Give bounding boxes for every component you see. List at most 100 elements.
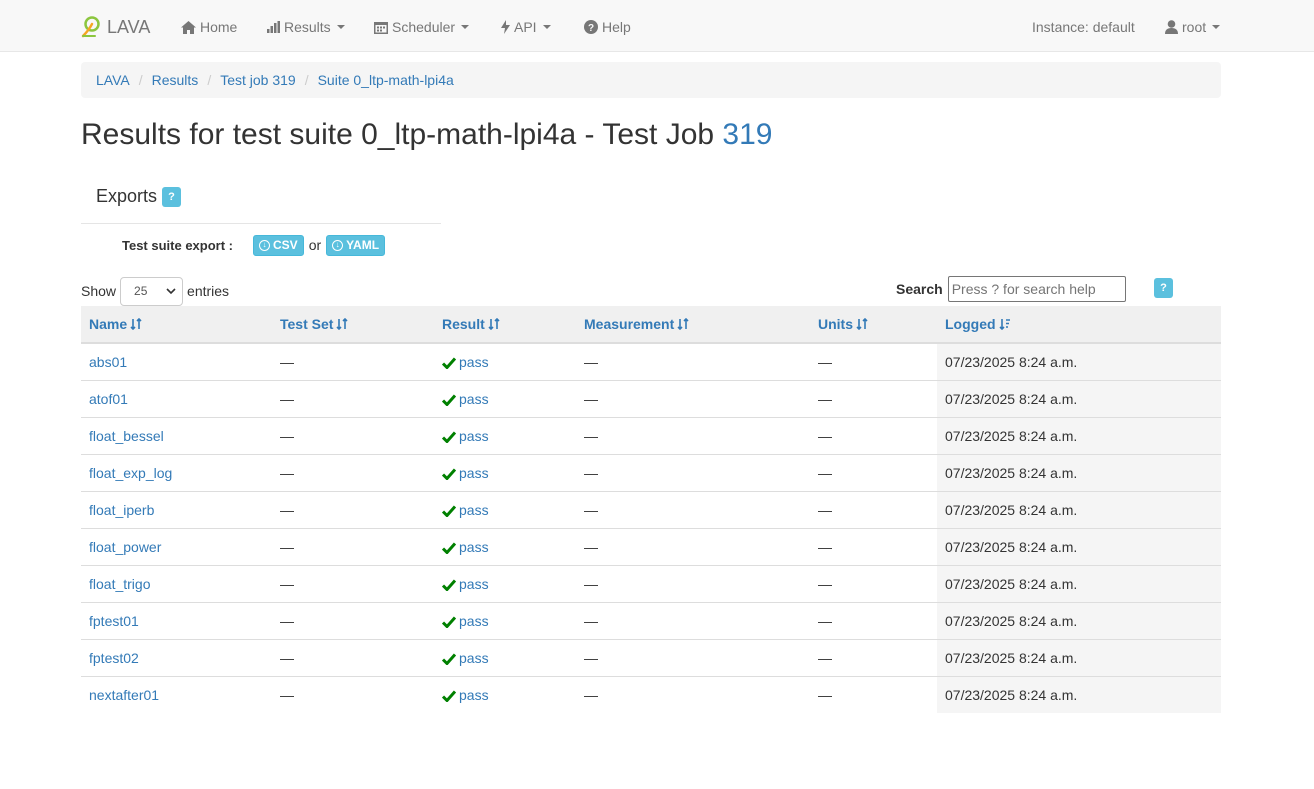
table-row: float_trigo — pass — —07/23/2025 8:24 a.m. <box>81 564 1221 602</box>
search-control: Search <box>896 276 1126 302</box>
result-link[interactable]: pass <box>459 428 489 444</box>
cell-test-set: — <box>272 638 434 676</box>
column-header-result[interactable]: Result <box>434 306 576 344</box>
cell-logged: 07/23/2025 8:24 a.m. <box>937 343 1221 380</box>
sort-ascending-icon <box>998 319 1010 331</box>
breadcrumb: LAVA / Results / Test job 319 / Suite 0_… <box>81 62 1221 98</box>
cell-name: float_exp_log <box>81 453 272 491</box>
check-icon <box>441 394 457 407</box>
test-case-link[interactable]: float_iperb <box>89 502 154 518</box>
cell-logged: 07/23/2025 8:24 a.m. <box>937 416 1221 454</box>
cell-result: pass <box>434 638 576 676</box>
cell-units: — <box>810 453 937 491</box>
nav-scheduler[interactable]: Scheduler <box>374 17 470 37</box>
cell-test-set: — <box>272 601 434 639</box>
user-icon <box>1165 20 1178 34</box>
breadcrumb-lava[interactable]: LAVA <box>96 72 130 88</box>
result-link[interactable]: pass <box>459 465 489 481</box>
nav-results[interactable]: Results <box>267 17 345 37</box>
cell-test-set: — <box>272 416 434 454</box>
cell-measurement: — <box>576 601 810 639</box>
test-case-link[interactable]: atof01 <box>89 391 128 407</box>
bar-chart-icon <box>267 21 280 33</box>
export-csv-button[interactable]: ↓ CSV <box>253 234 304 256</box>
instance-label: Instance: default <box>1032 19 1135 35</box>
export-yaml-button[interactable]: ↓ YAML <box>326 234 386 256</box>
nav-api[interactable]: API <box>501 17 551 37</box>
test-case-link[interactable]: float_exp_log <box>89 465 172 481</box>
result-link[interactable]: pass <box>459 354 489 370</box>
sort-icon <box>488 317 500 331</box>
exports-help-button[interactable]: ? <box>162 187 181 207</box>
home-icon <box>181 20 196 34</box>
chevron-down-icon <box>461 25 470 29</box>
nav-home-label: Home <box>200 19 238 35</box>
column-header-measurement[interactable]: Measurement <box>576 306 810 344</box>
cell-logged: 07/23/2025 8:24 a.m. <box>937 601 1221 639</box>
test-case-link[interactable]: abs01 <box>89 354 127 370</box>
results-table-body: abs01— pass — —07/23/2025 8:24 a.m. atof01— p… <box>81 343 1221 713</box>
cell-logged: 07/23/2025 8:24 a.m. <box>937 564 1221 602</box>
page-title-text: Results for test suite 0_ltp-math-lpi4a … <box>81 118 723 151</box>
breadcrumb-results[interactable]: Results <box>152 72 199 88</box>
table-row: float_bessel — pass — —07/23/2025 8:24 a.m. <box>81 416 1221 454</box>
cell-measurement: — <box>576 490 810 528</box>
table-row: abs01 — pass — — 07/23/2025 8:24 a.m. <box>81 343 1221 380</box>
sort-icon <box>856 317 868 331</box>
brand-link[interactable]: LAVA <box>81 15 150 39</box>
check-icon <box>441 542 457 555</box>
result-link[interactable]: pass <box>459 391 489 407</box>
result-link[interactable]: pass <box>459 613 489 629</box>
nav-scheduler-label: Scheduler <box>392 19 456 35</box>
result-link[interactable]: pass <box>459 650 489 666</box>
column-header-logged[interactable]: Logged <box>937 306 1221 344</box>
result-link[interactable]: pass <box>459 539 489 555</box>
download-circle-icon: ↓ <box>259 239 271 251</box>
cell-name: float_bessel <box>81 416 272 454</box>
entries-control: Show 25 entries <box>81 276 229 306</box>
cell-result: pass <box>434 343 576 380</box>
entries-select[interactable]: 25 <box>120 276 184 306</box>
search-help-button[interactable]: ? <box>1154 278 1173 298</box>
nav-api-label: API <box>514 19 537 35</box>
entries-label: entries <box>187 283 230 299</box>
cell-result: pass <box>434 527 576 565</box>
column-header-name[interactable]: Name <box>81 306 272 344</box>
search-input[interactable] <box>947 276 1126 302</box>
cell-units: — <box>818 353 832 370</box>
cell-result: pass <box>434 453 576 491</box>
test-case-link[interactable]: nextafter01 <box>89 687 159 703</box>
test-case-link[interactable]: fptest01 <box>89 613 139 629</box>
cell-measurement: — <box>576 638 810 676</box>
test-case-link[interactable]: float_bessel <box>89 428 164 444</box>
test-case-link[interactable]: float_trigo <box>89 576 150 592</box>
nav-home[interactable]: Home <box>181 17 237 37</box>
cell-measurement: — <box>576 527 810 565</box>
check-icon <box>441 579 457 592</box>
job-id-link[interactable]: 319 <box>722 118 772 151</box>
cell-units: — <box>810 527 937 565</box>
column-header-test-set[interactable]: Test Set <box>272 306 434 344</box>
column-header-units[interactable]: Units <box>810 306 937 344</box>
result-link[interactable]: pass <box>459 687 489 703</box>
result-link[interactable]: pass <box>459 502 489 518</box>
nav-help[interactable]: ? Help <box>584 17 631 37</box>
result-link[interactable]: pass <box>459 576 489 592</box>
suite-export-row: Test suite export : ↓ CSV or ↓ YAML <box>122 234 386 256</box>
table-row: float_exp_log — pass — —07/23/2025 8:24 a.m. <box>81 453 1221 491</box>
test-case-link[interactable]: fptest02 <box>89 650 139 666</box>
user-menu[interactable]: root <box>1165 17 1221 37</box>
cell-name: float_iperb <box>81 490 272 528</box>
test-case-link[interactable]: float_power <box>89 539 161 555</box>
cell-measurement: — <box>576 453 810 491</box>
cell-measurement: — <box>576 564 810 602</box>
table-row: nextafter01— pass — —07/23/2025 8:24 a.m. <box>81 675 1221 713</box>
cell-units: — <box>810 564 937 602</box>
cell-result: pass <box>434 564 576 602</box>
cell-name: float_power <box>81 527 272 565</box>
breadcrumb-test-job[interactable]: Test job 319 <box>220 72 296 88</box>
export-yaml-label: YAML <box>346 238 380 252</box>
breadcrumb-suite[interactable]: Suite 0_ltp-math-lpi4a <box>318 72 454 88</box>
suite-export-label: Test suite export : <box>122 237 234 253</box>
cell-result: pass <box>434 416 576 454</box>
